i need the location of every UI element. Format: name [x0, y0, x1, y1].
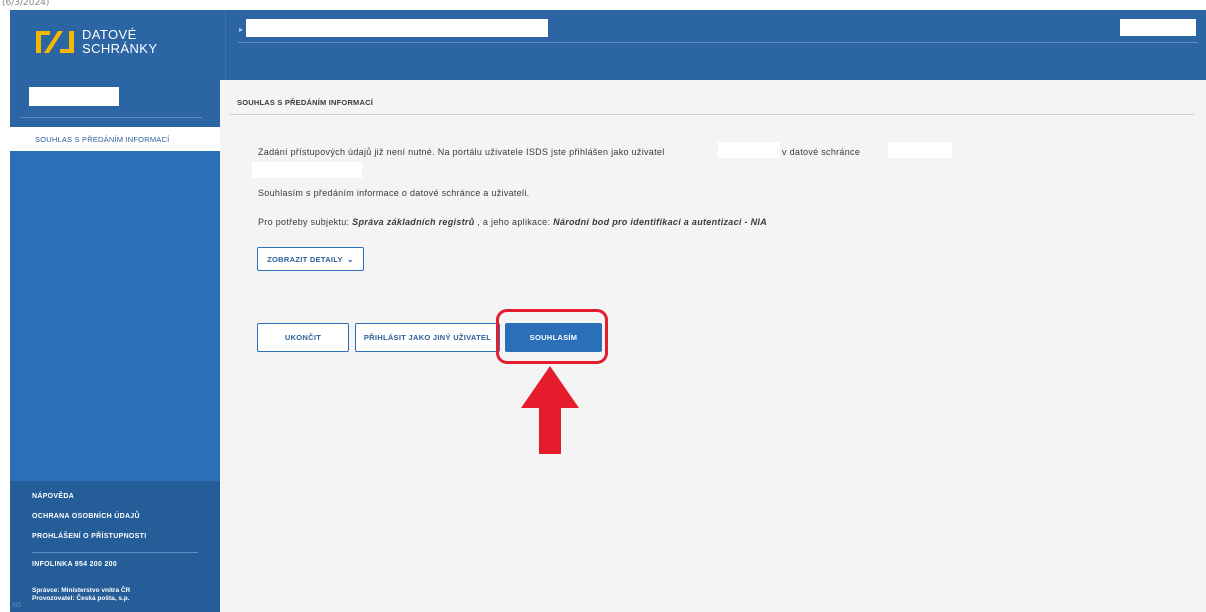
purpose-subject: Správa základních registrů: [352, 217, 475, 227]
intro-text: Zadání přístupových údajů již není nutné…: [258, 147, 665, 157]
sidebar-footer-rule: [32, 552, 198, 553]
title-rule: [230, 114, 1194, 115]
purpose-app: Národní bod pro identifikaci a autentiza…: [553, 217, 768, 227]
show-details-button[interactable]: ZOBRAZIT DETAILY ⌄: [257, 247, 364, 271]
redacted-mailbox-name: [252, 162, 362, 178]
screenshot-caption: (6/3/2024): [2, 0, 50, 8]
breadcrumb-arrow-icon: ▸: [239, 25, 244, 34]
sidebar-link-privacy[interactable]: OCHRANA OSOBNÍCH ÚDAJŮ: [32, 513, 140, 520]
purpose-text: Pro potřeby subjektu: Správa základních …: [258, 217, 767, 227]
sidebar-item-consent[interactable]: SOUHLAS S PŘEDÁNÍM INFORMACÍ: [10, 127, 220, 151]
main-content: SOUHLAS S PŘEDÁNÍM INFORMACÍ Zadání přís…: [220, 80, 1206, 612]
header-divider: [225, 10, 226, 80]
page-title: SOUHLAS S PŘEDÁNÍM INFORMACÍ: [237, 98, 374, 107]
top-strip: (6/3/2024): [0, 0, 1206, 10]
app-header: DATOVÉ SCHRÁNKY ▸: [10, 10, 1206, 80]
sidebar-top-rule: [20, 117, 202, 118]
sidebar-item-label: SOUHLAS S PŘEDÁNÍM INFORMACÍ: [35, 135, 170, 144]
redacted-breadcrumb: [246, 19, 548, 37]
sidebar-footer: NÁPOVĚDA OCHRANA OSOBNÍCH ÚDAJŮ PROHLÁŠE…: [10, 481, 220, 612]
red-arrow-up-icon: [521, 366, 579, 454]
sidebar-spravce: Správce: Ministerstvo vnitra ČR: [32, 587, 131, 594]
purpose-prefix: Pro potřeby subjektu:: [258, 217, 350, 227]
show-details-label: ZOBRAZIT DETAILY: [267, 254, 343, 264]
intro-text-mailbox: v datové schránce: [782, 147, 861, 157]
logo[interactable]: DATOVÉ SCHRÁNKY: [36, 25, 157, 59]
logo-text: DATOVÉ SCHRÁNKY: [82, 28, 157, 56]
end-button-label: UKONČIT: [284, 333, 322, 342]
sidebar-corner-mark: XO: [12, 603, 21, 609]
logo-mark-icon: [36, 31, 74, 53]
sidebar-provozovatel: Provozovatel: Česká pošta, s.p.: [32, 595, 130, 602]
redacted-sidebar-field: [29, 87, 119, 106]
purpose-middle: , a jeho aplikace:: [477, 217, 551, 227]
end-button[interactable]: UKONČIT: [257, 323, 349, 352]
sidebar-infolinka[interactable]: INFOLINKA 954 200 200: [32, 561, 117, 568]
sidebar-link-accessibility[interactable]: PROHLÁŠENÍ O PŘÍSTUPNOSTI: [32, 533, 146, 540]
header-rule: [238, 42, 1198, 43]
sidebar: SOUHLAS S PŘEDÁNÍM INFORMACÍ NÁPOVĚDA OC…: [10, 80, 220, 612]
logo-line-2: SCHRÁNKY: [82, 41, 158, 56]
logo-line-1: DATOVÉ: [82, 27, 137, 42]
login-other-user-button[interactable]: PŘIHLÁSIT JAKO JINÝ UŽIVATEL: [355, 323, 500, 352]
login-other-user-label: PŘIHLÁSIT JAKO JINÝ UŽIVATEL: [363, 333, 492, 342]
chevron-down-icon: ⌄: [346, 254, 354, 264]
redacted-user-info: [1120, 19, 1196, 36]
agree-highlight-annotation: [496, 309, 608, 364]
sidebar-link-help[interactable]: NÁPOVĚDA: [32, 493, 74, 500]
consent-text: Souhlasím s předáním informace o datové …: [258, 188, 530, 198]
redacted-mailbox-id: [888, 142, 952, 158]
redacted-username: [718, 142, 780, 158]
